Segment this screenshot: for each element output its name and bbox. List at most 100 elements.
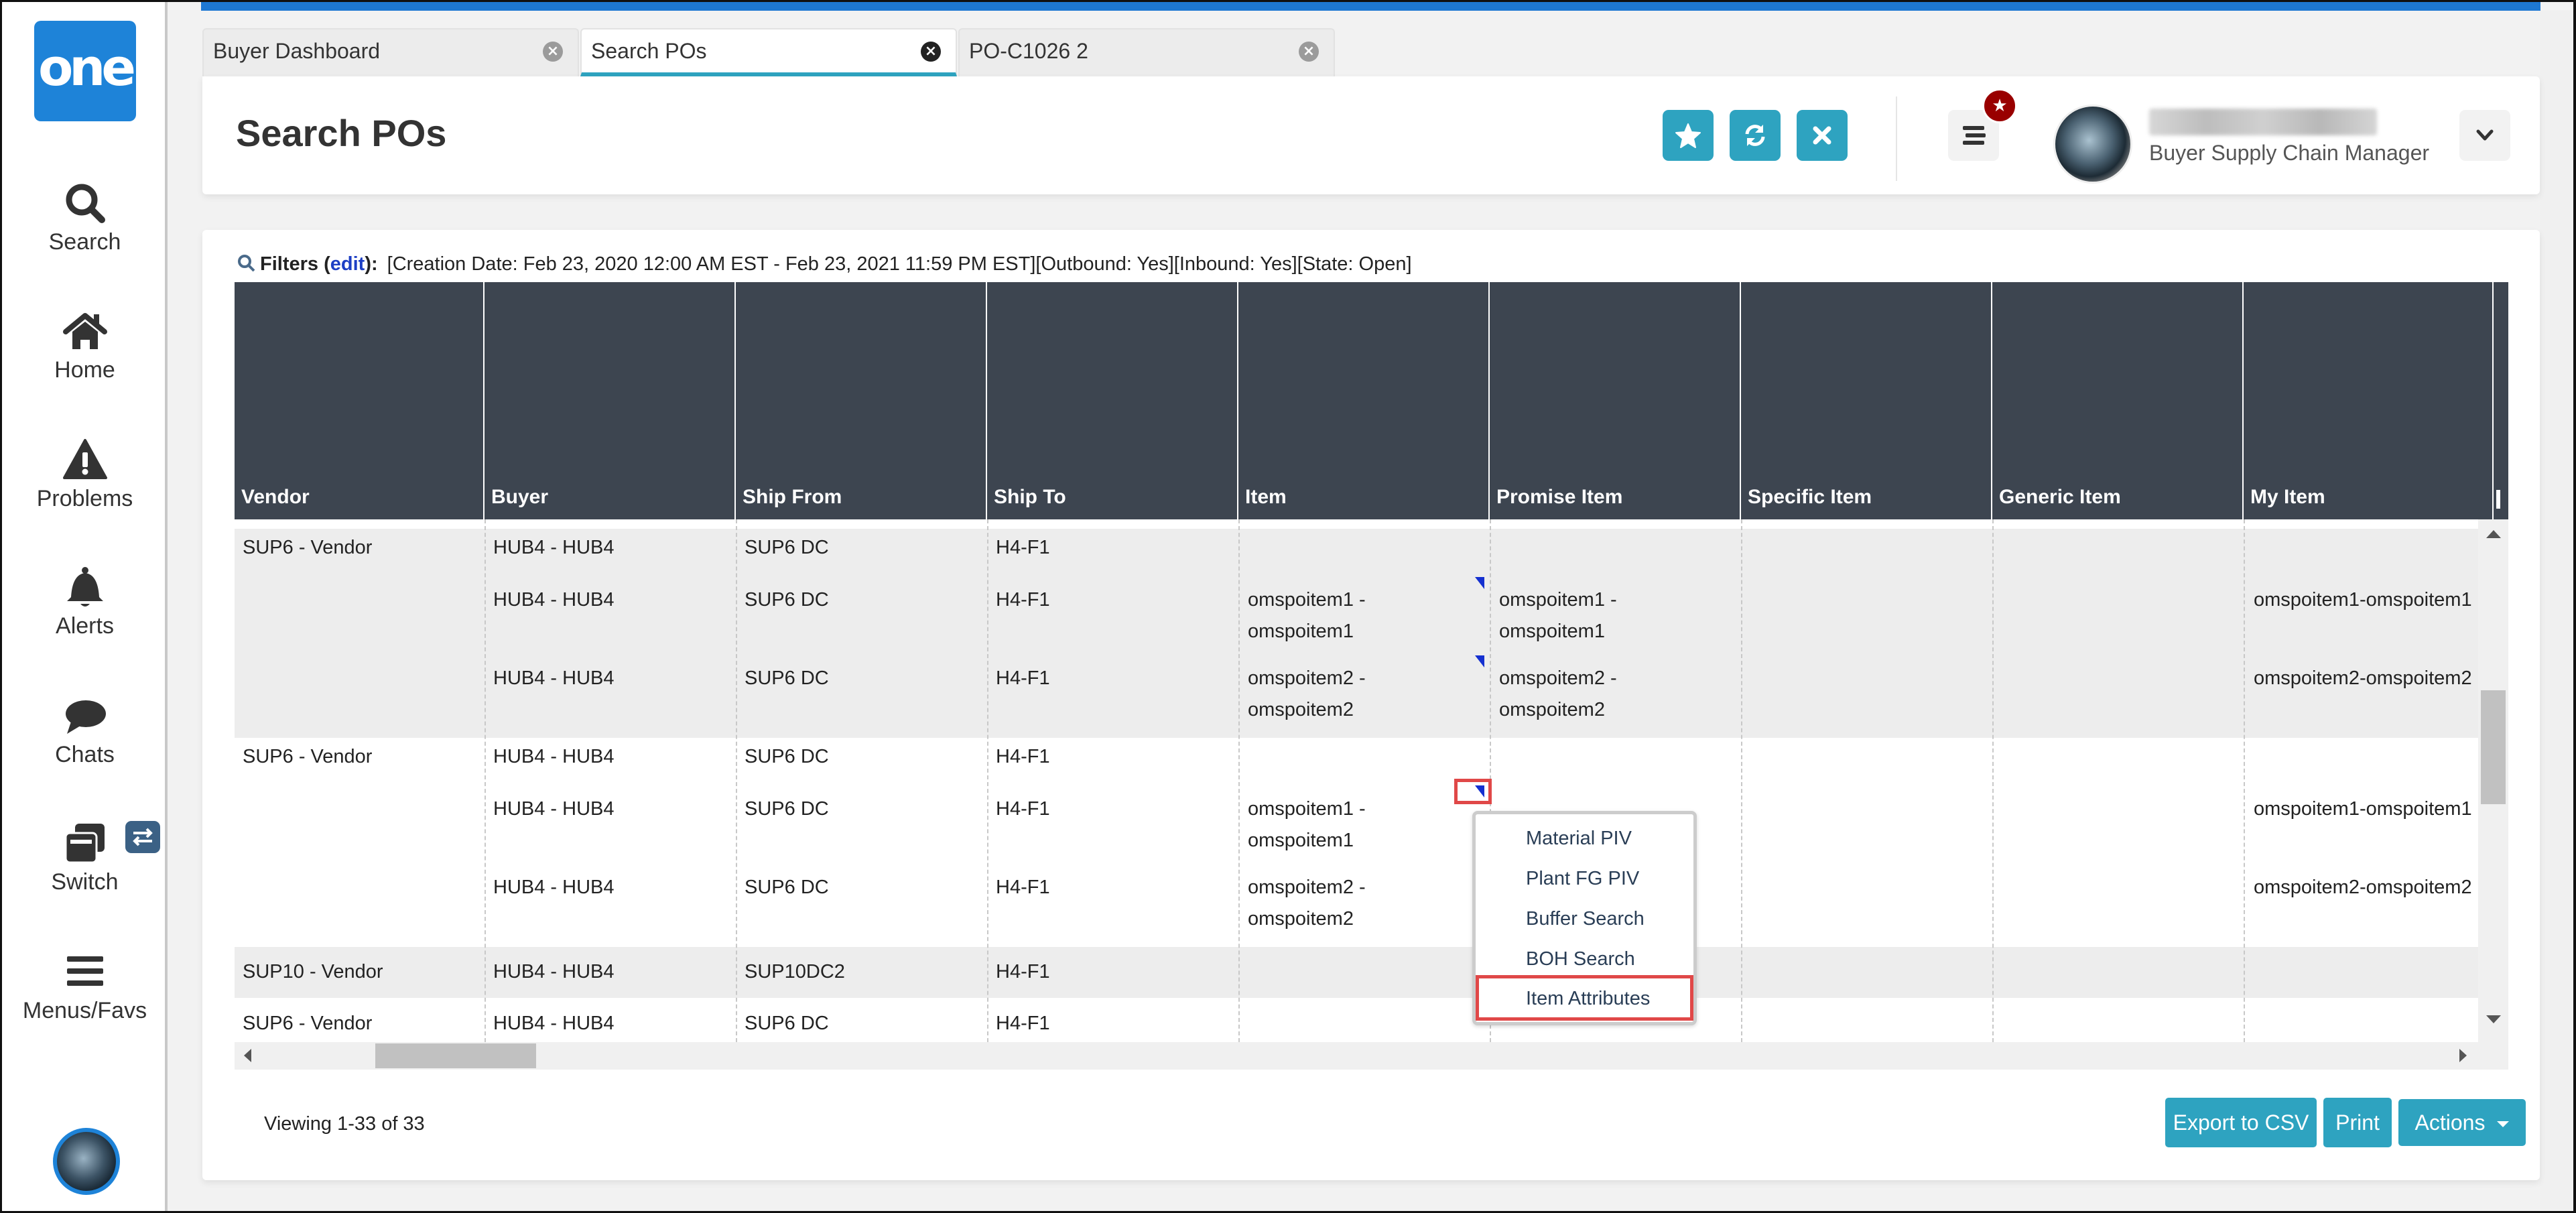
- grid-body: SUP6 - Vendor HUB4 - HUB4 SUP6 DC H4-F1 …: [235, 519, 2478, 1042]
- column-divider: [1238, 519, 1240, 1042]
- close-icon[interactable]: ×: [921, 42, 941, 62]
- cell-item: omspoitem1 -: [1248, 589, 1366, 611]
- sidebar-item-search[interactable]: Search: [2, 180, 168, 255]
- cell-promise-item: omspoitem1 -: [1499, 589, 1617, 611]
- cell-item: omspoitem2 -: [1248, 877, 1366, 898]
- page-scroll-gutter: [2540, 11, 2573, 1210]
- cell-ship-from: SUP6 DC: [745, 798, 829, 820]
- star-icon: [1675, 123, 1701, 148]
- tab-po-c1026-2[interactable]: PO-C1026 2 ×: [958, 28, 1335, 76]
- close-icon[interactable]: ×: [1299, 42, 1319, 62]
- item-context-flag[interactable]: [1475, 655, 1484, 667]
- menu-item-plant-fg-piv[interactable]: Plant FG PIV: [1476, 860, 1693, 900]
- column-divider: [1992, 519, 1994, 1042]
- page-title: Search POs: [236, 112, 447, 154]
- cell-item: omspoitem1 -: [1248, 798, 1366, 820]
- item-context-flag[interactable]: [1475, 577, 1484, 589]
- menu-item-boh-search[interactable]: BOH Search: [1476, 940, 1693, 980]
- cell-ship-from: SUP6 DC: [745, 589, 829, 611]
- cell-vendor: SUP10 - Vendor: [243, 961, 383, 982]
- sidebar-item-chats[interactable]: Chats: [2, 692, 168, 768]
- menu-item-item-attributes[interactable]: Item Attributes: [1476, 975, 1693, 1021]
- column-header-ship-to[interactable]: Ship To: [987, 282, 1238, 519]
- user-menu-dropdown[interactable]: [2459, 110, 2510, 161]
- column-header-my-item[interactable]: My Item: [2244, 282, 2494, 519]
- menu-item-label: Material PIV: [1526, 828, 1632, 849]
- sidebar-item-label: Chats: [55, 742, 115, 767]
- menu-item-label: Plant FG PIV: [1526, 868, 1640, 889]
- cell-ship-to: H4-F1: [996, 746, 1050, 767]
- horizontal-scrollbar[interactable]: [235, 1042, 2508, 1070]
- vertical-scrollbar[interactable]: [2478, 519, 2508, 1042]
- column-header-ship-from[interactable]: Ship From: [736, 282, 987, 519]
- favorite-button[interactable]: [1663, 110, 1714, 161]
- switch-icon: [64, 824, 105, 864]
- tab-search-pos[interactable]: Search POs ×: [580, 28, 957, 76]
- cell-item: omspoitem1: [1248, 830, 1354, 851]
- close-icon: [1813, 126, 1831, 145]
- column-header-buyer[interactable]: Buyer: [485, 282, 736, 519]
- scroll-right-arrow[interactable]: [2459, 1049, 2467, 1062]
- item-context-menu: Material PIV Plant FG PIV Buffer Search …: [1472, 811, 1697, 1025]
- cell-item: omspoitem2: [1248, 908, 1354, 930]
- refresh-button[interactable]: [1730, 110, 1781, 161]
- print-button[interactable]: Print: [2323, 1098, 2392, 1147]
- pagination-status: Viewing 1-33 of 33: [264, 1113, 425, 1135]
- switch-roles-button[interactable]: [125, 821, 160, 853]
- scroll-down-arrow[interactable]: [2486, 1015, 2501, 1023]
- cell-item: omspoitem2 -: [1248, 667, 1366, 689]
- sidebar-item-problems[interactable]: Problems: [2, 436, 168, 512]
- cell-buyer: HUB4 - HUB4: [493, 537, 615, 558]
- column-header-item[interactable]: Item: [1238, 282, 1490, 519]
- cell-buyer: HUB4 - HUB4: [493, 798, 615, 820]
- actions-label: Actions: [2414, 1110, 2486, 1135]
- sidebar-item-alerts[interactable]: Alerts: [2, 564, 168, 639]
- column-divider: [1741, 519, 1742, 1042]
- cell-ship-to: H4-F1: [996, 537, 1050, 558]
- menu-item-label: Buffer Search: [1526, 908, 1645, 930]
- tab-bar: Buyer Dashboard × Search POs × PO-C1026 …: [202, 28, 1336, 76]
- column-header-generic-item[interactable]: Generic Item: [1992, 282, 2244, 519]
- column-header-promise-item[interactable]: Promise Item: [1490, 282, 1741, 519]
- filters-edit-link[interactable]: edit: [330, 253, 365, 275]
- column-header-specific-item[interactable]: Specific Item: [1741, 282, 1992, 519]
- menu-icon-bar: [1966, 133, 1986, 137]
- column-header-label: Promise Item: [1496, 486, 1623, 508]
- column-header-vendor[interactable]: Vendor: [235, 282, 485, 519]
- close-icon[interactable]: ×: [543, 42, 563, 62]
- sidebar-item-menus-favs[interactable]: Menus/Favs: [2, 948, 168, 1024]
- column-header-partial: [2494, 282, 2508, 519]
- cell-ship-from: SUP10DC2: [745, 961, 845, 982]
- bell-icon: [66, 567, 103, 606]
- sidebar: one Search Home Problems Alerts Chats Sw…: [2, 2, 168, 1211]
- tab-buyer-dashboard[interactable]: Buyer Dashboard ×: [202, 28, 579, 76]
- actions-dropdown-button[interactable]: Actions: [2398, 1099, 2526, 1146]
- sidebar-item-home[interactable]: Home: [2, 308, 168, 383]
- item-context-flag-active[interactable]: [1475, 785, 1484, 797]
- filters-label: Filters (: [260, 253, 330, 275]
- menu-item-material-piv[interactable]: Material PIV: [1476, 820, 1693, 860]
- cell-vendor: SUP6 - Vendor: [243, 746, 373, 767]
- grid-header: Vendor Buyer Ship From Ship To Item Prom…: [235, 282, 2508, 519]
- sidebar-item-label: Alerts: [56, 613, 114, 639]
- cell-item: omspoitem2: [1248, 699, 1354, 720]
- cell-ship-to: H4-F1: [996, 798, 1050, 820]
- vertical-scroll-thumb[interactable]: [2481, 690, 2506, 804]
- user-avatar-small[interactable]: [53, 1128, 120, 1195]
- scroll-left-arrow[interactable]: [244, 1049, 251, 1062]
- tab-label: Search POs: [591, 39, 707, 63]
- column-divider: [736, 519, 737, 1042]
- user-avatar[interactable]: [2053, 105, 2132, 184]
- app-logo[interactable]: one: [34, 21, 136, 121]
- header-divider: [1896, 97, 1897, 181]
- menu-item-buffer-search[interactable]: Buffer Search: [1476, 900, 1693, 940]
- cell-buyer: HUB4 - HUB4: [493, 961, 615, 982]
- close-page-button[interactable]: [1797, 110, 1848, 161]
- scroll-up-arrow[interactable]: [2486, 530, 2501, 538]
- search-results-panel: Filters (edit): [Creation Date: Feb 23, 2…: [202, 230, 2540, 1180]
- column-header-label: Ship To: [994, 486, 1066, 508]
- warning-icon: [62, 439, 107, 479]
- horizontal-scroll-thumb[interactable]: [375, 1043, 536, 1068]
- user-role: Buyer Supply Chain Manager: [2149, 141, 2430, 165]
- export-csv-button[interactable]: Export to CSV: [2165, 1098, 2317, 1147]
